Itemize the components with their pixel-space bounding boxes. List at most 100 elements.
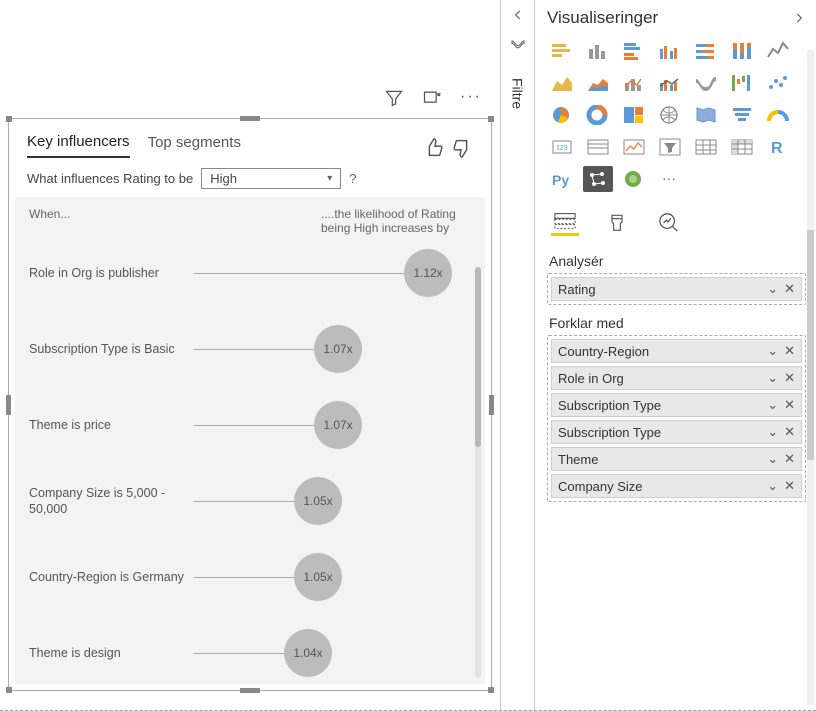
field-pill[interactable]: Theme⌄✕: [551, 447, 802, 471]
chevron-down-icon[interactable]: ⌄: [767, 343, 778, 359]
format-tab[interactable]: [603, 210, 631, 236]
remove-field-icon[interactable]: ✕: [784, 478, 795, 494]
filter-pane-icon[interactable]: [509, 38, 527, 56]
filters-pane-label[interactable]: Filtre: [510, 78, 526, 109]
influencer-bubble[interactable]: 1.12x: [404, 249, 452, 297]
remove-field-icon[interactable]: ✕: [784, 424, 795, 440]
influencer-bar: [194, 577, 294, 578]
analyze-field-well[interactable]: Rating⌄✕: [547, 273, 806, 305]
viz-python-visual-icon[interactable]: Py: [547, 166, 577, 192]
viz-stacked-bar-icon[interactable]: [547, 38, 577, 64]
influencer-bubble[interactable]: 1.07x: [314, 401, 362, 449]
influencer-bubble[interactable]: 1.05x: [294, 553, 342, 601]
resize-handle[interactable]: [6, 687, 12, 693]
field-pill[interactable]: Role in Org⌄✕: [551, 366, 802, 390]
viz-treemap-icon[interactable]: [619, 102, 649, 128]
viz-funnel-icon[interactable]: [727, 102, 757, 128]
chevron-down-icon[interactable]: ⌄: [767, 451, 778, 467]
viz-stacked-column-icon[interactable]: [583, 38, 613, 64]
remove-field-icon[interactable]: ✕: [784, 451, 795, 467]
viz-slicer-icon[interactable]: [655, 134, 685, 160]
pane-scrollbar[interactable]: [807, 50, 814, 705]
question-text: What influences Rating to be: [27, 171, 193, 186]
influencer-row[interactable]: Role in Org is publisher1.12x: [29, 249, 471, 297]
viz-table-icon[interactable]: [691, 134, 721, 160]
scroll-thumb[interactable]: [475, 267, 481, 447]
scrollbar[interactable]: [475, 267, 481, 678]
key-influencers-visual[interactable]: Key influencers Top segments What influe…: [8, 118, 492, 691]
viz-card-icon[interactable]: 123: [547, 134, 577, 160]
viz-line-clustered-column-icon[interactable]: [655, 70, 685, 96]
viz-line-stacked-column-icon[interactable]: [619, 70, 649, 96]
influencer-label: Theme is design: [29, 645, 194, 661]
chevron-down-icon[interactable]: ⌄: [767, 478, 778, 494]
field-pill[interactable]: Country-Region⌄✕: [551, 339, 802, 363]
resize-handle[interactable]: [488, 116, 494, 122]
chevron-down-icon[interactable]: ⌄: [767, 281, 778, 297]
resize-handle[interactable]: [6, 395, 11, 415]
analytics-tab[interactable]: [655, 210, 683, 236]
resize-handle[interactable]: [240, 116, 260, 121]
viz-multi-card-icon[interactable]: [583, 134, 613, 160]
influencer-label: Country-Region is Germany: [29, 569, 194, 585]
influencer-row[interactable]: Country-Region is Germany 1.05x: [29, 553, 471, 601]
viz-filled-map-icon[interactable]: [691, 102, 721, 128]
pane-scroll-thumb[interactable]: [807, 230, 814, 460]
viz-clustered-bar-icon[interactable]: [619, 38, 649, 64]
viz-kpi-icon[interactable]: [619, 134, 649, 160]
field-pill[interactable]: Subscription Type⌄✕: [551, 420, 802, 444]
explain-field-well[interactable]: Country-Region⌄✕Role in Org⌄✕Subscriptio…: [547, 335, 806, 502]
tab-top-segments[interactable]: Top segments: [148, 134, 241, 157]
viz-stacked-area-icon[interactable]: [583, 70, 613, 96]
resize-handle[interactable]: [240, 688, 260, 693]
influencer-row[interactable]: Theme is design 1.04x: [29, 629, 471, 677]
remove-field-icon[interactable]: ✕: [784, 397, 795, 413]
focus-mode-icon[interactable]: [422, 88, 442, 108]
field-pill[interactable]: Rating⌄✕: [551, 277, 802, 301]
tab-key-influencers[interactable]: Key influencers: [27, 133, 130, 158]
more-options-icon[interactable]: ···: [460, 88, 480, 108]
filter-icon[interactable]: [384, 88, 404, 108]
field-pill[interactable]: Subscription Type⌄✕: [551, 393, 802, 417]
remove-field-icon[interactable]: ✕: [784, 281, 795, 297]
viz-100-stacked-bar-icon[interactable]: [691, 38, 721, 64]
viz-scatter-icon[interactable]: [763, 70, 793, 96]
expand-pane-icon[interactable]: [792, 11, 806, 25]
viz-waterfall-icon[interactable]: [727, 70, 757, 96]
thumbs-down-icon[interactable]: [451, 137, 473, 155]
thumbs-up-icon[interactable]: [423, 137, 445, 155]
influencer-bubble[interactable]: 1.05x: [294, 477, 342, 525]
viz-more-visuals-icon[interactable]: ···: [655, 166, 685, 192]
viz-map-icon[interactable]: [655, 102, 685, 128]
field-pill[interactable]: Company Size⌄✕: [551, 474, 802, 498]
influencer-row[interactable]: Theme is price1.07x: [29, 401, 471, 449]
remove-field-icon[interactable]: ✕: [784, 370, 795, 386]
help-icon[interactable]: ?: [349, 171, 356, 186]
viz-clustered-column-icon[interactable]: [655, 38, 685, 64]
viz-pie-icon[interactable]: [547, 102, 577, 128]
chevron-down-icon[interactable]: ⌄: [767, 424, 778, 440]
collapse-filters-icon[interactable]: [511, 8, 525, 22]
influencer-bubble[interactable]: 1.04x: [284, 629, 332, 677]
viz-r-visual-icon[interactable]: R: [763, 134, 793, 160]
viz-area-icon[interactable]: [547, 70, 577, 96]
influencer-row[interactable]: Subscription Type is Basic1.07x: [29, 325, 471, 373]
fields-tab[interactable]: [551, 210, 579, 236]
viz-arcgis-icon[interactable]: [619, 166, 649, 192]
resize-handle[interactable]: [489, 395, 494, 415]
influencer-bubble[interactable]: 1.07x: [314, 325, 362, 373]
remove-field-icon[interactable]: ✕: [784, 343, 795, 359]
viz-key-influencers-icon[interactable]: [583, 166, 613, 192]
viz-gauge-icon[interactable]: [763, 102, 793, 128]
influencer-row[interactable]: Company Size is 5,000 - 50,0001.05x: [29, 477, 471, 525]
viz-100-stacked-column-icon[interactable]: [727, 38, 757, 64]
viz-ribbon-icon[interactable]: [691, 70, 721, 96]
viz-line-icon[interactable]: [763, 38, 793, 64]
viz-donut-icon[interactable]: [583, 102, 613, 128]
target-value-dropdown[interactable]: High ▾: [201, 168, 341, 189]
chevron-down-icon[interactable]: ⌄: [767, 370, 778, 386]
viz-matrix-icon[interactable]: [727, 134, 757, 160]
resize-handle[interactable]: [488, 687, 494, 693]
chevron-down-icon[interactable]: ⌄: [767, 397, 778, 413]
resize-handle[interactable]: [6, 116, 12, 122]
